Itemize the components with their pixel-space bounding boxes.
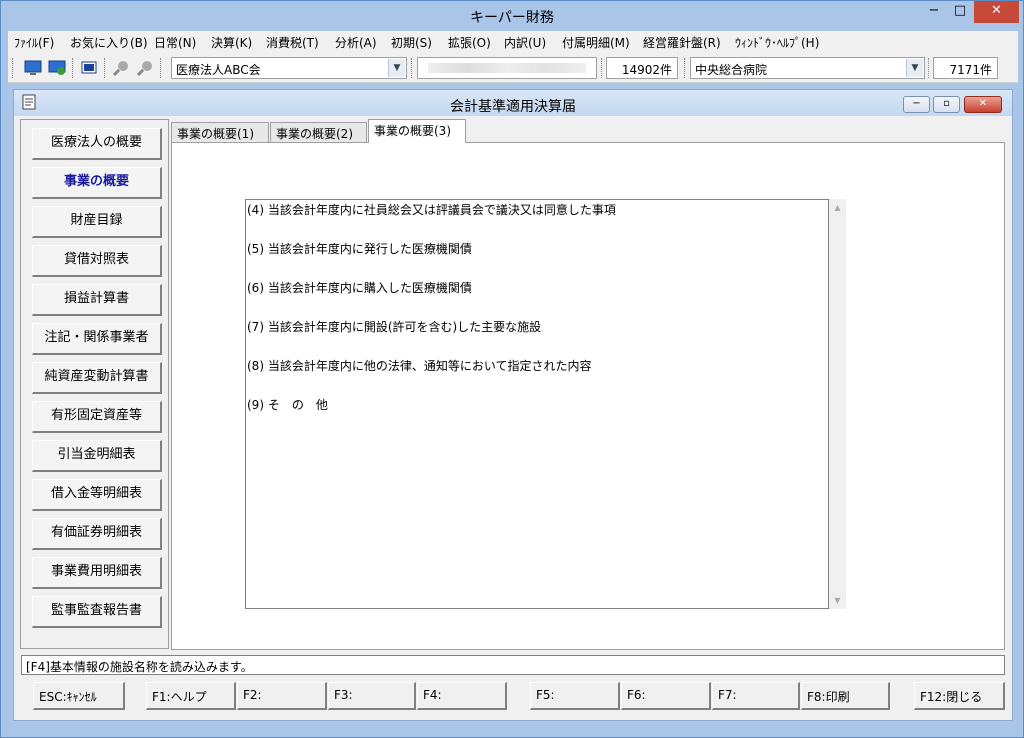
sidebar-item-notes-related[interactable]: 注記・関係事業者 (32, 323, 162, 355)
window-title: キーパー財務 (470, 10, 554, 26)
sidebar-item-business-overview[interactable]: 事業の概要 (32, 167, 162, 199)
search-icon[interactable] (112, 59, 130, 77)
content-line: (6) 当該会計年度内に購入した医療機関債 (247, 281, 472, 295)
toolbar-separator (160, 58, 162, 78)
menu-window-help[interactable]: ｳｨﾝﾄﾞｳ･ﾍﾙﾌﾟ(H) (735, 34, 819, 51)
sidebar-item-borrowings[interactable]: 借入金等明細表 (32, 479, 162, 511)
sidebar-item-income-statement[interactable]: 損益計算書 (32, 284, 162, 316)
scroll-down-icon[interactable]: ▼ (829, 592, 846, 609)
facility-select-value: 中央総合病院 (695, 63, 768, 77)
display-icon[interactable] (80, 59, 98, 77)
chevron-down-icon[interactable]: ▼ (388, 59, 405, 77)
f2-button[interactable]: F2: (237, 682, 327, 710)
menu-initial[interactable]: 初期(S) (391, 34, 432, 51)
blurred-field[interactable] (417, 57, 597, 79)
toolbar-separator (104, 58, 106, 78)
toolbar-separator (72, 58, 74, 78)
overview-text-area[interactable]: (4) 当該会計年度内に社員総会又は評議員会で議決又は同意した事項 (5) 当該… (245, 199, 829, 609)
sidebar-item-property-list[interactable]: 財産目録 (32, 206, 162, 238)
esc-cancel-button[interactable]: ESC:ｷｬﾝｾﾙ (33, 682, 125, 710)
sidebar-item-net-assets[interactable]: 純資産変動計算書 (32, 362, 162, 394)
f3-button[interactable]: F3: (328, 682, 416, 710)
f8-print-button[interactable]: F8:印刷 (801, 682, 890, 710)
status-message: [F4]基本情報の施設名称を読み込みます。 (21, 655, 1005, 675)
content-line: (7) 当該会計年度内に開設(許可を含む)した主要な施設 (247, 320, 542, 334)
search-next-icon[interactable] (136, 59, 154, 77)
sidebar-item-fixed-assets[interactable]: 有形固定資産等 (32, 401, 162, 433)
f7-button[interactable]: F7: (712, 682, 800, 710)
menu-attached-details[interactable]: 付属明細(M) (562, 34, 630, 51)
tab-business-overview-1[interactable]: 事業の概要(1) (171, 122, 269, 142)
toolbar-separator (601, 58, 603, 78)
close-button[interactable]: ✕ (974, 1, 1019, 23)
toolbar-separator (411, 58, 413, 78)
sidebar: 医療法人の概要 事業の概要 財産目録 貸借対照表 損益計算書 注記・関係事業者 … (20, 119, 169, 649)
menu-tax[interactable]: 消費税(T) (266, 34, 319, 51)
toolbar-separator (928, 58, 930, 78)
sidebar-item-business-expenses[interactable]: 事業費用明細表 (32, 557, 162, 589)
child-title-bar: 会計基準適用決算届 − ▫ ✕ (14, 90, 1012, 116)
tab-panel: (4) 当該会計年度内に社員総会又は評議員会で議決又は同意した事項 (5) 当該… (171, 142, 1005, 650)
f5-button[interactable]: F5: (530, 682, 620, 710)
menu-management-compass[interactable]: 経営羅針盤(R) (643, 34, 721, 51)
menu-daily[interactable]: 日常(N) (154, 34, 196, 51)
toolbar: 医療法人ABC会 ▼ 14902件 中央総合病院 ▼ 7171件 (8, 53, 1018, 83)
sidebar-item-corporation-overview[interactable]: 医療法人の概要 (32, 128, 162, 160)
sidebar-item-allowances[interactable]: 引当金明細表 (32, 440, 162, 472)
maximize-button[interactable]: □ (947, 1, 973, 23)
sidebar-item-balance-sheet[interactable]: 貸借対照表 (32, 245, 162, 277)
menu-bar: ﾌｧｲﾙ(F) お気に入り(B) 日常(N) 決算(K) 消費税(T) 分析(A… (8, 31, 1018, 53)
tab-business-overview-3[interactable]: 事業の概要(3) (368, 119, 466, 143)
sidebar-item-securities[interactable]: 有価証券明細表 (32, 518, 162, 550)
child-restore-button[interactable]: ▫ (933, 96, 960, 113)
company-count: 14902件 (606, 57, 678, 79)
content-line: (4) 当該会計年度内に社員総会又は評議員会で議決又は同意した事項 (247, 203, 616, 217)
company-select[interactable]: 医療法人ABC会 ▼ (171, 57, 407, 79)
child-window-title: 会計基準適用決算届 (450, 99, 576, 115)
refresh-icon[interactable] (48, 59, 66, 77)
menu-breakdown[interactable]: 内訳(U) (504, 34, 546, 51)
menu-analysis[interactable]: 分析(A) (335, 34, 377, 51)
main-window: キーパー財務 − □ ✕ ﾌｧｲﾙ(F) お気に入り(B) 日常(N) 決算(K… (0, 0, 1024, 738)
content-line: (9) そ の 他 (247, 398, 328, 412)
vertical-scrollbar[interactable]: ▲ ▼ (829, 199, 846, 609)
sidebar-item-audit-report[interactable]: 監事監査報告書 (32, 596, 162, 628)
child-window: 会計基準適用決算届 − ▫ ✕ 医療法人の概要 事業の概要 財産目録 貸借対照表… (13, 89, 1013, 721)
menu-file[interactable]: ﾌｧｲﾙ(F) (14, 34, 54, 51)
f6-button[interactable]: F6: (621, 682, 711, 710)
toolbar-separator (684, 58, 686, 78)
child-close-button[interactable]: ✕ (964, 96, 1002, 113)
tab-business-overview-2[interactable]: 事業の概要(2) (270, 122, 367, 142)
content-line: (8) 当該会計年度内に他の法律、通知等において指定された内容 (247, 359, 592, 373)
f1-help-button[interactable]: F1:ヘルプ (146, 682, 236, 710)
menu-favorites[interactable]: お気に入り(B) (70, 34, 148, 51)
tab-strip: 事業の概要(1) 事業の概要(2) 事業の概要(3) (171, 119, 1005, 143)
monitor-icon[interactable] (24, 59, 42, 77)
scroll-up-icon[interactable]: ▲ (829, 199, 846, 216)
title-bar: キーパー財務 − □ ✕ (1, 1, 1023, 31)
menu-closing[interactable]: 決算(K) (211, 34, 252, 51)
f4-button[interactable]: F4: (417, 682, 507, 710)
content-line: (5) 当該会計年度内に発行した医療機関債 (247, 242, 472, 256)
minimize-button[interactable]: − (921, 1, 947, 23)
menu-extension[interactable]: 拡張(O) (448, 34, 491, 51)
toolbar-grip (12, 58, 14, 78)
chevron-down-icon[interactable]: ▼ (906, 59, 923, 77)
facility-count: 7171件 (933, 57, 998, 79)
redacted-block (428, 63, 586, 73)
f12-close-button[interactable]: F12:閉じる (914, 682, 1005, 710)
company-select-value: 医療法人ABC会 (176, 63, 261, 77)
child-minimize-button[interactable]: − (903, 96, 930, 113)
facility-select[interactable]: 中央総合病院 ▼ (690, 57, 925, 79)
